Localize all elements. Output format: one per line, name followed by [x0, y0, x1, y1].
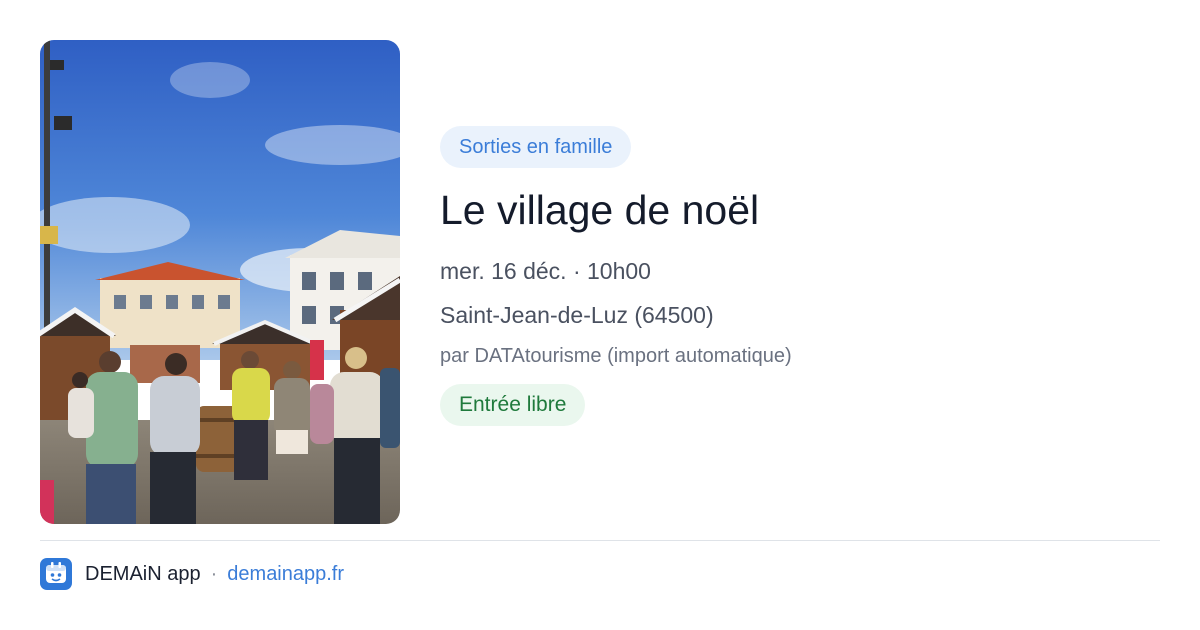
event-info: Sorties en famille Le village de noël me…: [440, 126, 1140, 426]
price-badge: Entrée libre: [440, 384, 586, 426]
demain-app-logo-icon: [40, 558, 72, 590]
category-badge[interactable]: Sorties en famille: [440, 126, 632, 168]
event-location: Saint-Jean-de-Luz (64500): [440, 302, 714, 328]
event-author: par DATAtourisme (import automatique): [440, 345, 792, 367]
event-photo: [40, 40, 400, 524]
event-title: Le village de noël: [440, 187, 760, 233]
footer: DEMAiN app · demainapp.fr: [40, 558, 344, 590]
footer-separator: ·: [210, 562, 218, 585]
app-name: DEMAiN app: [85, 562, 201, 585]
christmas-market-photo-icon: [40, 40, 400, 524]
footer-divider: [40, 540, 1160, 541]
website-link[interactable]: demainapp.fr: [227, 563, 344, 586]
event-datetime: mer. 16 déc. · 10h00: [440, 258, 651, 284]
